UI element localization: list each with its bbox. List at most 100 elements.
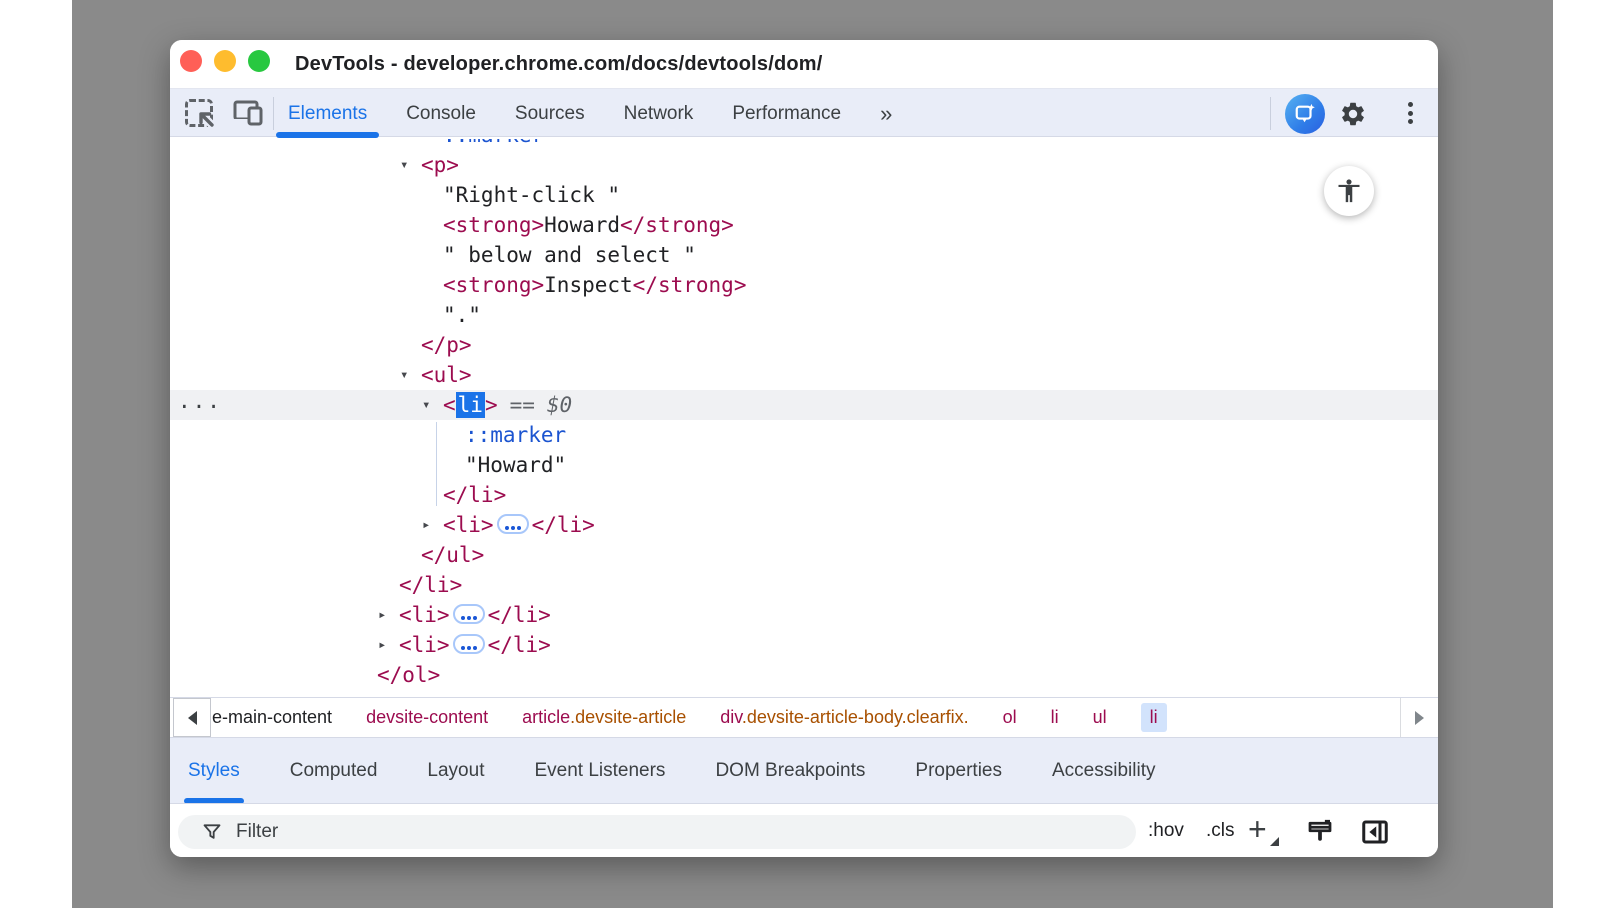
right-arrow-icon (1415, 711, 1424, 725)
panel-tab-strip: Elements Console Sources Network Performance… (288, 89, 892, 138)
crumb-part: div (720, 707, 742, 727)
disclosure-arrow-expanded-icon[interactable]: ▾ (400, 150, 408, 180)
node-pseudo: ::marker (443, 139, 544, 147)
tab-elements[interactable]: Elements (288, 89, 367, 138)
sidebar-tab-layout[interactable]: Layout (427, 738, 484, 804)
tab-performance[interactable]: Performance (732, 89, 841, 138)
dom-tree-row[interactable]: ▸<li></li> (170, 510, 1438, 540)
dom-tree-row[interactable]: " below and select " (170, 240, 1438, 270)
node-text: "Howard" (465, 453, 566, 477)
node-tag: <li> (399, 603, 450, 627)
toggle-device-toolbar-icon[interactable] (233, 99, 265, 127)
breadcrumb-item[interactable]: div.devsite-article-body.clearfix. (720, 707, 968, 728)
sidebar-tab-styles[interactable]: Styles (188, 738, 240, 804)
tab-network[interactable]: Network (624, 89, 694, 138)
node-tag: </li> (488, 603, 551, 627)
node-tag: </ol> (377, 663, 440, 687)
tab-sources[interactable]: Sources (515, 89, 585, 138)
devtools-toolbar: Elements Console Sources Network Performance… (170, 88, 1438, 137)
elements-panel: ::marker▾<p>"Right-click "<strong>Howard… (170, 139, 1438, 697)
kebab-menu-icon[interactable] (1400, 99, 1420, 127)
dom-tree-row[interactable]: ::marker (170, 420, 1438, 450)
toolbar-divider-right (1270, 97, 1271, 130)
crumb-part: article (522, 707, 570, 727)
disclosure-arrow-expanded-icon[interactable]: ▾ (422, 390, 430, 420)
breadcrumb-bar: e-main-content devsite-content article.dev… (170, 697, 1438, 737)
dom-tree-row-selected[interactable]: ...▾<li>==$0 (170, 390, 1438, 420)
crumb-part: li (1150, 707, 1158, 727)
toggle-element-classes-button[interactable]: .cls (1206, 804, 1235, 857)
dom-tree-row[interactable]: </li> (170, 480, 1438, 510)
dom-tree-row[interactable]: <strong>Inspect</strong> (170, 270, 1438, 300)
tab-console[interactable]: Console (406, 89, 476, 138)
dom-tree-row[interactable]: ::marker (170, 139, 1438, 150)
toggle-pseudo-state-button[interactable]: :hov (1148, 804, 1184, 857)
node-tag: </strong> (633, 273, 747, 297)
more-panels-chevron[interactable]: » (880, 89, 892, 138)
dom-tree-row[interactable]: ▸ <li> </li> (170, 600, 1438, 630)
zoom-window-button[interactable] (248, 50, 270, 72)
node-tag: <p> (421, 153, 459, 177)
dom-tree-row[interactable]: "Right-click " (170, 180, 1438, 210)
node-tag: < (443, 393, 456, 417)
toggle-sidebar-icon[interactable] (1360, 817, 1390, 852)
filter-input[interactable] (236, 821, 1056, 843)
minimize-window-button[interactable] (214, 50, 236, 72)
dom-tree-row[interactable]: ▾ <p> (170, 150, 1438, 180)
breadcrumb-item[interactable]: e-main-content (212, 707, 332, 728)
dom-tree-row[interactable]: "." (170, 300, 1438, 330)
expand-ellipsis-button[interactable] (453, 634, 485, 654)
sidebar-tab-event-listeners[interactable]: Event Listeners (534, 738, 665, 804)
sidebar-tab-computed[interactable]: Computed (290, 738, 378, 804)
node-dollar: $0 (547, 393, 572, 417)
disclosure-arrow-collapsed-icon[interactable]: ▸ (378, 630, 386, 660)
breadcrumb: e-main-content devsite-content article.dev… (212, 698, 1167, 737)
dom-tree-row[interactable]: ▾<ul> (170, 360, 1438, 390)
more-actions-icon[interactable]: ... (178, 386, 222, 416)
breadcrumb-item[interactable]: devsite-content (366, 707, 488, 728)
dom-tree-row[interactable]: <strong>Howard</strong> (170, 210, 1438, 240)
node-chip: li (456, 392, 485, 418)
expand-ellipsis-button[interactable] (453, 604, 485, 624)
breadcrumb-item-selected[interactable]: li (1141, 703, 1167, 732)
sidebar-tab-dom-breakpoints[interactable]: DOM Breakpoints (715, 738, 865, 804)
node-text: Inspect (544, 273, 633, 297)
dom-tree-row[interactable]: </ul> (170, 540, 1438, 570)
node-text: Howard (544, 213, 620, 237)
accessibility-fab[interactable] (1324, 166, 1374, 216)
disclosure-arrow-collapsed-icon[interactable]: ▸ (378, 600, 386, 630)
breadcrumb-scroll-right[interactable] (1400, 698, 1438, 737)
dom-tree-row[interactable]: ▸<li></li> (170, 630, 1438, 660)
breadcrumb-item[interactable]: article.devsite-article (522, 707, 686, 728)
node-tag: </ul> (421, 543, 484, 567)
breadcrumb-item[interactable]: ol (1003, 707, 1017, 728)
disclosure-arrow-collapsed-icon[interactable]: ▸ (422, 510, 430, 540)
dom-tree-row[interactable]: "Howard" (170, 450, 1438, 480)
toolbar-divider (273, 97, 274, 130)
expand-ellipsis-button[interactable] (497, 514, 529, 534)
styles-toolbar: :hov .cls + (170, 803, 1438, 857)
dropdown-triangle-icon (1270, 837, 1279, 846)
node-tag: <strong> (443, 213, 544, 237)
style-filter-field[interactable] (178, 815, 1136, 849)
breadcrumb-scroll-left[interactable] (173, 698, 211, 737)
ai-assistance-icon[interactable] (1285, 94, 1325, 134)
dom-tree-row[interactable]: </p> (170, 330, 1438, 360)
inspect-element-icon[interactable] (185, 99, 213, 127)
filter-funnel-icon (202, 822, 222, 842)
breadcrumb-item[interactable]: ul (1093, 707, 1107, 728)
sidebar-tab-accessibility[interactable]: Accessibility (1052, 738, 1155, 804)
new-style-rule-button[interactable]: + (1248, 804, 1282, 857)
paint-brush-icon[interactable] (1305, 817, 1335, 852)
disclosure-arrow-expanded-icon[interactable]: ▾ (400, 360, 408, 390)
node-text: "." (443, 303, 481, 327)
sidebar-tab-properties[interactable]: Properties (915, 738, 1002, 804)
dom-tree-row[interactable]: </li> (170, 570, 1438, 600)
close-window-button[interactable] (180, 50, 202, 72)
settings-gear-icon[interactable] (1339, 100, 1367, 133)
breadcrumb-item[interactable]: li (1051, 707, 1059, 728)
cursor-arrow-icon (197, 110, 217, 130)
node-tag: </strong> (620, 213, 734, 237)
crumb-part: li (1051, 707, 1059, 727)
dom-tree-row[interactable]: </ol> (170, 660, 1438, 690)
